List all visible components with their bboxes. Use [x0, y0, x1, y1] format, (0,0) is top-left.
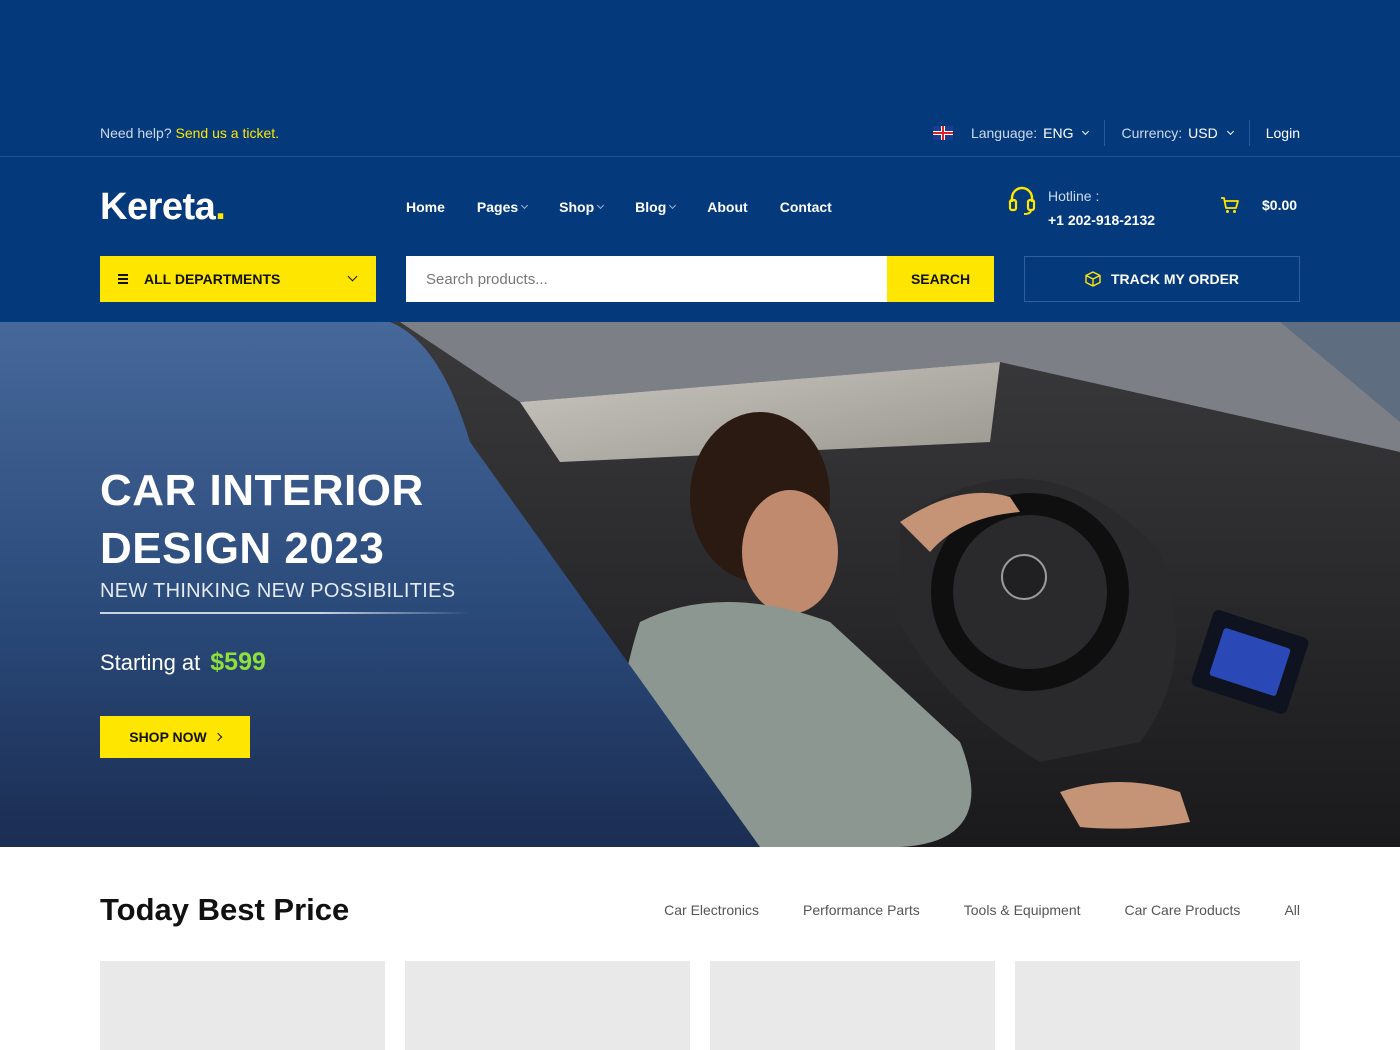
track-order-label: TRACK MY ORDER — [1110, 271, 1240, 287]
logo-text: Kereta — [100, 186, 216, 228]
section-title: Today Best Price — [100, 892, 350, 927]
price-label: Starting at — [100, 650, 201, 675]
category-tabs: Car Electronics Performance Parts Tools … — [664, 902, 1300, 918]
search-bar: SEARCH — [406, 256, 994, 302]
help-label: Need help? — [100, 125, 172, 141]
hero-divider — [100, 612, 470, 614]
language-label: Language: — [970, 125, 1038, 141]
hotline-number[interactable]: +1 202-918-2132 — [1048, 208, 1155, 232]
hero-title: CAR INTERIOR DESIGN 2023 — [100, 466, 424, 573]
tab-car-electronics[interactable]: Car Electronics — [664, 902, 759, 918]
search-input[interactable] — [406, 256, 887, 302]
nav-blog-label: Blog — [635, 199, 667, 215]
top-bar-right: Language: ENG Currency: USD Login — [917, 118, 1300, 148]
site-logo[interactable]: Kereta. — [100, 186, 226, 228]
box-icon — [1085, 271, 1101, 287]
hero-subtitle: NEW THINKING NEW POSSIBILITIES — [100, 580, 456, 602]
nav-shop-label: Shop — [559, 199, 595, 215]
shop-now-label: SHOP NOW — [129, 729, 207, 745]
uk-flag-icon — [932, 126, 953, 140]
nav-home-label: Home — [406, 199, 445, 215]
language-selector[interactable]: Language: ENG — [917, 120, 1105, 146]
nav-about-label: About — [707, 199, 748, 215]
chevron-down-icon — [597, 201, 605, 209]
tab-car-care-products[interactable]: Car Care Products — [1125, 902, 1241, 918]
login-link[interactable]: Login — [1248, 120, 1300, 146]
hero-banner: CAR INTERIOR DESIGN 2023 NEW THINKING NE… — [0, 322, 1400, 847]
nav-about[interactable]: About — [707, 199, 747, 215]
header-divider — [0, 156, 1400, 157]
product-card[interactable] — [405, 961, 690, 1050]
chevron-down-icon — [347, 271, 358, 282]
cart-total: $0.00 — [1262, 197, 1298, 213]
search-button[interactable]: SEARCH — [887, 256, 994, 302]
site-header: Need help? Send us a ticket. Language: E… — [0, 0, 1400, 322]
cart-icon — [1221, 197, 1239, 213]
chevron-down-icon — [521, 201, 529, 209]
nav-home[interactable]: Home — [406, 199, 445, 215]
nav-shop[interactable]: Shop — [559, 199, 605, 215]
all-departments-button[interactable]: ALL DEPARTMENTS — [100, 256, 376, 302]
track-order-button[interactable]: TRACK MY ORDER — [1024, 256, 1300, 302]
nav-contact[interactable]: Contact — [780, 199, 832, 215]
hotline: Hotline : +1 202-918-2132 — [1008, 184, 1155, 232]
send-ticket-link[interactable]: Send us a ticket. — [176, 125, 280, 141]
price-amount: $599 — [210, 648, 266, 676]
currency-value: USD — [1188, 125, 1218, 141]
top-bar: Need help? Send us a ticket. Language: E… — [100, 118, 1300, 148]
currency-selector[interactable]: Currency: USD — [1104, 120, 1248, 146]
tab-all[interactable]: All — [1284, 902, 1300, 918]
product-card[interactable] — [1015, 961, 1300, 1050]
logo-dot: . — [215, 186, 226, 228]
language-value: ENG — [1043, 125, 1074, 141]
product-card[interactable] — [710, 961, 995, 1050]
chevron-down-icon — [669, 201, 677, 209]
help-text: Need help? Send us a ticket. — [100, 125, 279, 141]
chevron-right-icon — [213, 732, 223, 742]
hotline-label: Hotline : — [1048, 188, 1100, 204]
nav-contact-label: Contact — [779, 199, 832, 215]
main-nav: Home Pages Shop Blog About Contact — [406, 196, 832, 218]
departments-label: ALL DEPARTMENTS — [144, 271, 281, 287]
product-grid — [100, 961, 1300, 1050]
product-card[interactable] — [100, 961, 385, 1050]
hero-price: Starting at $599 — [100, 648, 266, 677]
headset-icon — [1008, 186, 1036, 215]
chevron-down-icon — [1226, 127, 1234, 135]
shop-now-button[interactable]: SHOP NOW — [100, 716, 250, 758]
chevron-down-icon — [1082, 127, 1090, 135]
nav-pages-label: Pages — [476, 199, 519, 215]
nav-pages[interactable]: Pages — [476, 199, 529, 215]
tab-performance-parts[interactable]: Performance Parts — [803, 902, 920, 918]
menu-icon — [118, 274, 128, 284]
tab-tools-equipment[interactable]: Tools & Equipment — [964, 902, 1081, 918]
login-label: Login — [1265, 125, 1300, 141]
currency-label: Currency: — [1121, 125, 1183, 141]
nav-blog[interactable]: Blog — [635, 199, 677, 215]
cart-button[interactable]: $0.00 — [1220, 196, 1297, 214]
